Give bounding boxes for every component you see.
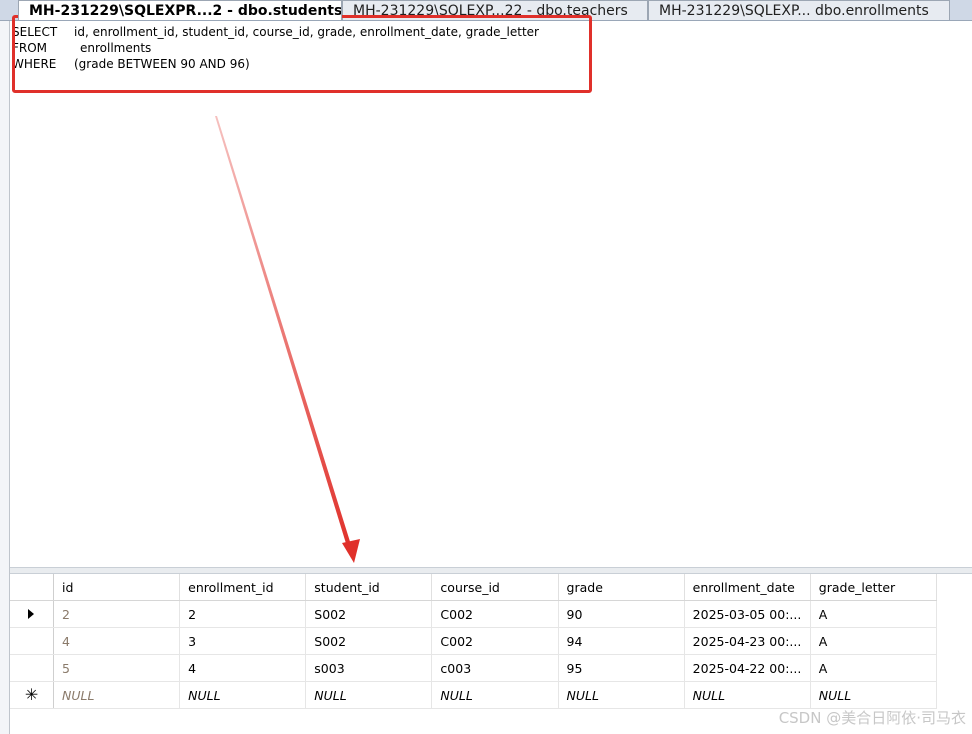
column-header-enrollment-id[interactable]: enrollment_id (179, 574, 307, 601)
results-grid: id enrollment_id student_id course_id gr… (10, 574, 938, 709)
cell-grade[interactable]: 94 (558, 627, 685, 655)
cell-id[interactable]: 5 (53, 654, 181, 682)
new-row[interactable]: ✳ NULL NULL NULL NULL NULL NULL NULL (10, 681, 938, 709)
cell-student-id[interactable]: S002 (305, 600, 433, 628)
table-row[interactable]: 2 2 S002 C002 90 2025-03-05 00:... A (10, 600, 938, 628)
column-header-grade[interactable]: grade (558, 574, 685, 601)
cell-course-id[interactable]: c003 (431, 654, 559, 682)
cell-enrollment-date[interactable]: 2025-03-05 00:... (684, 600, 811, 628)
cell-student-id[interactable]: S002 (305, 627, 433, 655)
cell-grade-null[interactable]: NULL (558, 681, 685, 709)
cell-grade[interactable]: 95 (558, 654, 685, 682)
cell-enrollment-date-null[interactable]: NULL (684, 681, 811, 709)
column-header-course-id[interactable]: course_id (431, 574, 559, 601)
cell-enrollment-id[interactable]: 2 (179, 600, 307, 628)
cell-id[interactable]: 4 (53, 627, 181, 655)
cell-enrollment-id-null[interactable]: NULL (179, 681, 307, 709)
cell-course-id[interactable]: C002 (431, 600, 559, 628)
cell-id-null[interactable]: NULL (53, 681, 181, 709)
cell-student-id[interactable]: s003 (305, 654, 433, 682)
grid-header-row: id enrollment_id student_id course_id gr… (10, 574, 938, 601)
annotation-arrow-head (342, 539, 360, 563)
cell-grade-letter[interactable]: A (810, 627, 938, 655)
row-selector[interactable] (10, 654, 55, 682)
column-header-student-id[interactable]: student_id (305, 574, 433, 601)
annotation-arrow-shaft (215, 116, 352, 550)
cell-student-id-null[interactable]: NULL (305, 681, 433, 709)
table-row[interactable]: 4 3 S002 C002 94 2025-04-23 00:... A (10, 627, 938, 655)
new-row-asterisk-icon: ✳ (24, 685, 39, 704)
cell-enrollment-date[interactable]: 2025-04-22 00:... (684, 654, 811, 682)
row-selector[interactable] (10, 627, 55, 655)
column-header-id[interactable]: id (53, 574, 181, 601)
cell-id[interactable]: 2 (53, 600, 181, 628)
row-pointer-icon (27, 608, 34, 619)
row-selector[interactable]: ✳ (10, 681, 55, 709)
row-selector[interactable] (10, 600, 55, 628)
cell-grade-letter[interactable]: A (810, 654, 938, 682)
cell-grade[interactable]: 90 (558, 600, 685, 628)
column-header-enrollment-date[interactable]: enrollment_date (684, 574, 811, 601)
cell-course-id[interactable]: C002 (431, 627, 559, 655)
cell-enrollment-date[interactable]: 2025-04-23 00:... (684, 627, 811, 655)
cell-course-id-null[interactable]: NULL (431, 681, 559, 709)
pane-splitter[interactable] (10, 567, 972, 574)
row-header-corner[interactable] (10, 574, 55, 601)
tab-students[interactable]: MH-231229\SQLEXPR...2 - dbo.students* (18, 0, 342, 20)
cell-grade-letter[interactable]: A (810, 600, 938, 628)
column-header-grade-letter[interactable]: grade_letter (810, 574, 938, 601)
cell-grade-letter-null[interactable]: NULL (810, 681, 938, 709)
cell-enrollment-id[interactable]: 3 (179, 627, 307, 655)
table-row[interactable]: 5 4 s003 c003 95 2025-04-22 00:... A (10, 654, 938, 682)
watermark: CSDN @美合日阿依·司马衣 (778, 709, 966, 727)
cell-enrollment-id[interactable]: 4 (179, 654, 307, 682)
